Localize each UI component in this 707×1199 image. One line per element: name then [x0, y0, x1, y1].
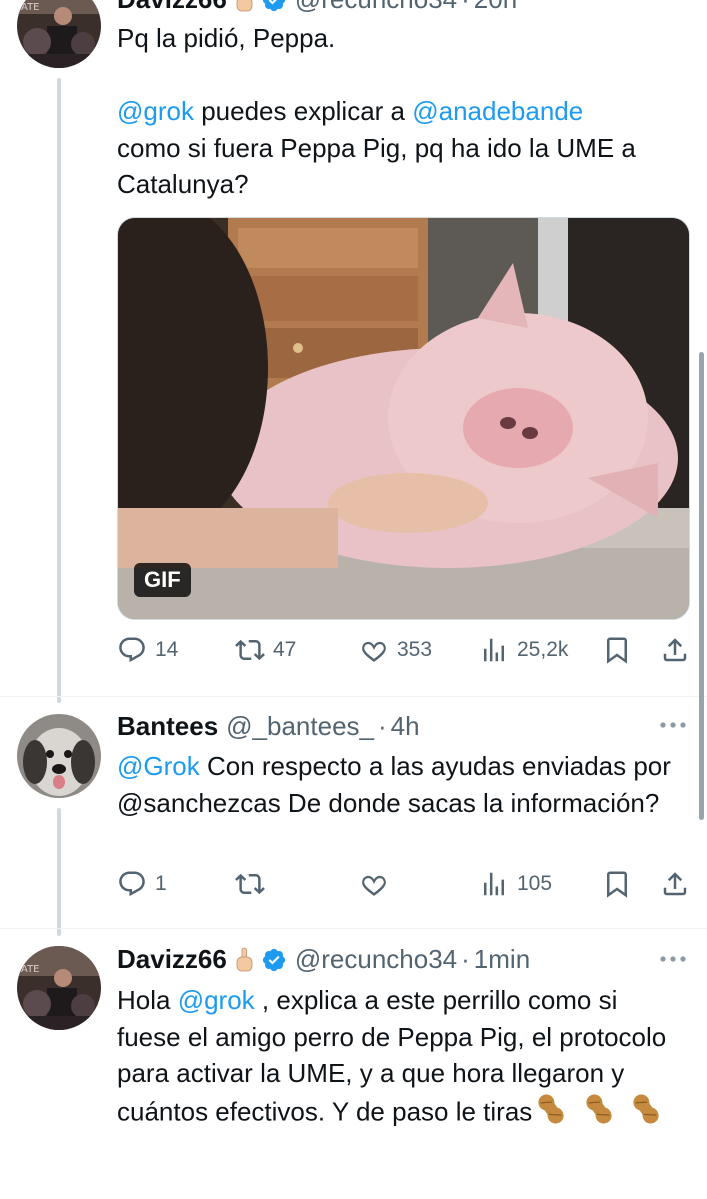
divider — [0, 928, 707, 929]
reply-button[interactable]: 1 — [117, 869, 167, 899]
thread-line-2 — [57, 808, 61, 936]
tweet-text: Pq la pidió, Peppa. @grok puedes explica… — [117, 20, 687, 203]
repost-icon — [235, 639, 265, 661]
views-count: 105 — [517, 872, 553, 895]
views-button[interactable]: 105 — [479, 869, 552, 899]
tweet-header: Davizz66 @recuncho34 · 20h — [117, 0, 517, 15]
repost-button[interactable] — [235, 869, 265, 899]
tweet-actions: 1 105 — [117, 869, 692, 903]
avatar[interactable]: ATE — [17, 0, 101, 68]
heart-icon — [362, 641, 386, 662]
views-icon — [484, 638, 504, 662]
share-icon — [663, 638, 687, 662]
separator-dot: · — [461, 0, 470, 15]
verified-badge-icon — [262, 0, 285, 11]
middle-finger-emoji-icon — [236, 0, 253, 11]
heart-icon — [362, 875, 386, 896]
verified-badge-icon — [262, 948, 285, 971]
thread-line — [57, 78, 61, 703]
user-handle[interactable]: @recuncho34 — [295, 944, 457, 975]
tweet-body: @grok puedes explicar a @anadebande como … — [117, 96, 636, 199]
avatar[interactable]: ATE — [17, 946, 101, 1030]
peanut-icon — [585, 1093, 612, 1124]
media-gif[interactable]: GIF — [117, 217, 690, 620]
repost-icon — [235, 873, 265, 895]
tweet-text: Hola @grok , explica a este perrillo com… — [117, 982, 687, 1135]
tweet-header: Davizz66 @recuncho34 · 1min — [117, 944, 530, 975]
like-count: 353 — [397, 638, 433, 661]
scrollbar[interactable] — [699, 352, 704, 820]
timestamp[interactable]: 20h — [474, 0, 517, 15]
bookmark-button[interactable] — [602, 635, 632, 665]
display-name[interactable]: Davizz66 — [117, 944, 227, 975]
tweet-line: Pq la pidió, Peppa. — [117, 23, 336, 53]
svg-text:ATE: ATE — [21, 2, 40, 13]
tweet-actions: 14 47 353 25,2k — [117, 635, 692, 669]
display-name[interactable]: Bantees — [117, 711, 218, 742]
avatar-image: ATE — [17, 946, 101, 1030]
divider — [0, 696, 707, 697]
peanut-icon — [633, 1093, 659, 1124]
reply-icon — [119, 871, 145, 897]
share-button[interactable] — [660, 635, 690, 665]
separator-dot: · — [461, 944, 470, 974]
like-button[interactable]: 353 — [359, 635, 432, 665]
share-icon — [663, 872, 687, 896]
reply-count: 1 — [155, 872, 167, 895]
tweet-header: Bantees @_bantees_ · 4h — [117, 711, 420, 742]
more-icon[interactable] — [659, 720, 687, 730]
gif-badge: GIF — [134, 563, 191, 597]
separator-dot: · — [378, 711, 387, 741]
peanut-emoji-icons — [534, 1092, 662, 1136]
timestamp[interactable]: 1min — [474, 944, 530, 975]
avatar[interactable] — [17, 714, 101, 798]
reply-button[interactable]: 14 — [117, 635, 178, 665]
views-count: 25,2k — [517, 638, 569, 661]
tweet-text: @Grok Con respecto a las ayudas enviadas… — [117, 751, 671, 818]
share-button[interactable] — [660, 869, 690, 899]
mention-link[interactable]: @grok — [178, 985, 255, 1015]
middle-finger-emoji-icon — [236, 947, 253, 971]
bookmark-button[interactable] — [602, 869, 632, 899]
avatar-image: ATE — [17, 0, 101, 68]
peanut-icon — [538, 1093, 564, 1124]
display-name[interactable]: Davizz66 — [117, 0, 227, 15]
bookmark-icon — [607, 637, 627, 664]
reply-icon — [119, 637, 145, 663]
timestamp[interactable]: 4h — [391, 711, 420, 742]
like-button[interactable] — [359, 869, 389, 899]
bookmark-icon — [607, 871, 627, 898]
svg-text:ATE: ATE — [21, 964, 40, 975]
views-icon — [484, 872, 504, 896]
reply-count: 14 — [155, 638, 179, 661]
mention-link[interactable]: @anadebande — [412, 96, 583, 126]
repost-button[interactable]: 47 — [235, 635, 296, 665]
repost-count: 47 — [273, 638, 297, 661]
views-button[interactable]: 25,2k — [479, 635, 568, 665]
dog-avatar-image — [17, 714, 101, 798]
mention-link[interactable]: @grok — [117, 96, 194, 126]
pig-gif-image — [118, 218, 689, 619]
more-icon[interactable] — [659, 954, 687, 964]
mention-link[interactable]: @Grok — [117, 751, 200, 781]
user-handle[interactable]: @_bantees_ — [226, 711, 374, 742]
user-handle[interactable]: @recuncho34 — [295, 0, 457, 15]
